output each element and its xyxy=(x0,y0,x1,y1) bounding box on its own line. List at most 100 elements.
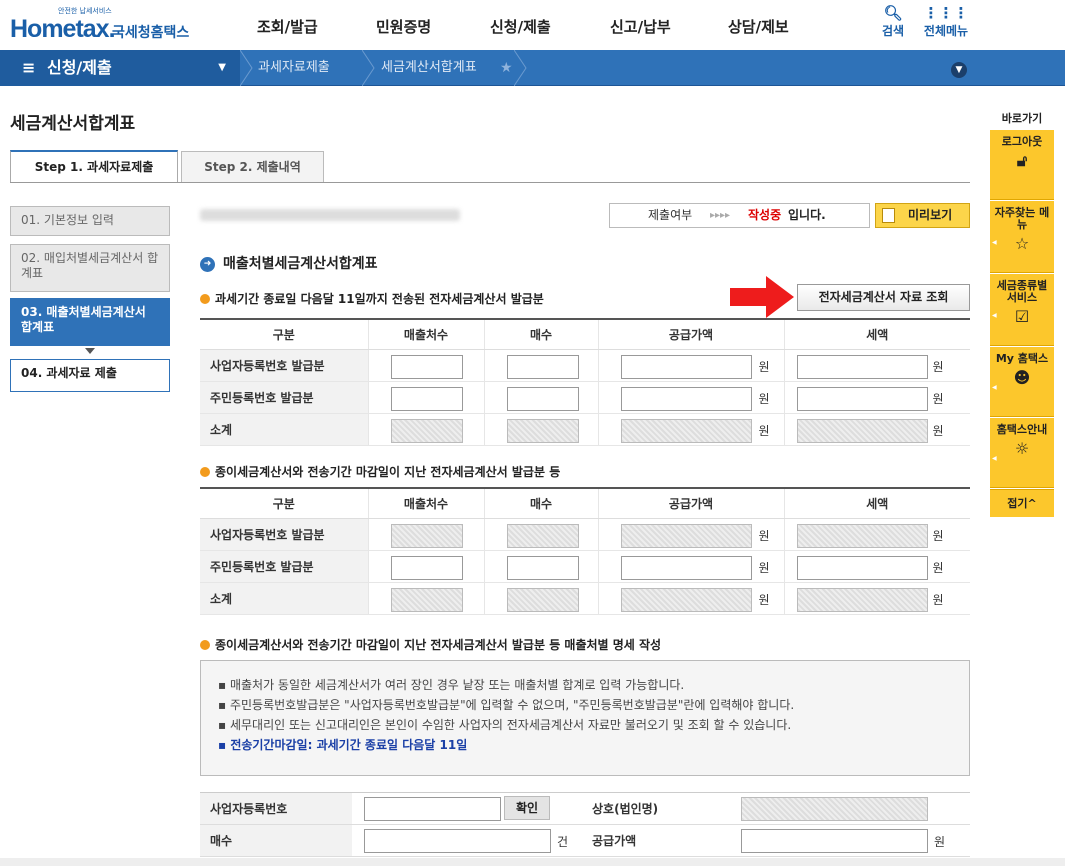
row-label-subtotal: 소계 xyxy=(200,413,368,446)
breadcrumb-item-2[interactable]: 세금계산서합계표 xyxy=(381,50,477,86)
step-basic-info[interactable]: 01. 기본정보 입력 xyxy=(10,206,170,236)
gnav-report[interactable]: 신고/납부 xyxy=(610,16,671,37)
col-category: 구분 xyxy=(200,319,368,350)
step-submit[interactable]: 04. 과세자료 제출 xyxy=(10,359,170,392)
col-customer-count: 매출처수 xyxy=(367,319,484,350)
hometax-logo[interactable]: 안전한 납세서비스 Hometax. 국세청홈택스 xyxy=(10,6,195,44)
preview-button[interactable]: 미리보기 xyxy=(875,203,970,228)
quick-favorites-label: 자주찾는 메뉴 xyxy=(994,206,1050,231)
unit-won: 원 xyxy=(758,359,770,374)
etax-lookup-button[interactable]: 전자세금계산서 자료 조회 xyxy=(797,284,970,311)
quick-tax-services[interactable]: ◀ 세금종류별 서비스 ☑ xyxy=(990,274,1054,346)
confirm-button[interactable]: 확인 xyxy=(504,796,550,820)
status-state: 작성중 xyxy=(748,208,782,222)
customer-count-input[interactable] xyxy=(390,354,463,379)
col-tax: 세액 xyxy=(783,488,970,519)
supply-amount-input[interactable] xyxy=(620,354,752,379)
full-menu-button[interactable]: ⋮⋮⋮ 전체메뉴 xyxy=(920,4,972,39)
subtotal-tax-field xyxy=(796,418,928,443)
quick-tax-services-label: 세금종류별 서비스 xyxy=(996,279,1048,304)
row-label-business: 사업자등록번호 발급분 xyxy=(200,349,368,382)
table-row: 소계 원 원 xyxy=(200,413,970,446)
user-icon: ☻ xyxy=(1013,368,1031,387)
step-purchase-summary[interactable]: 02. 매입처별세금계산서 합계표 xyxy=(10,244,170,292)
quick-my-hometax-label: My 홈택스 xyxy=(995,352,1049,365)
menu-dropdown-label: 신청/제출 xyxy=(46,58,112,77)
tax-input[interactable] xyxy=(796,386,928,411)
status-suffix: 입니다. xyxy=(788,208,826,222)
unit-won: 원 xyxy=(758,592,770,607)
unit-won: 원 xyxy=(932,560,944,575)
full-menu-label: 전체메뉴 xyxy=(923,24,969,38)
unit-won: 원 xyxy=(758,560,770,575)
quick-my-hometax[interactable]: ◀ My 홈택스 ☻ xyxy=(990,347,1054,417)
grid-icon: ⋮⋮⋮ xyxy=(923,4,969,22)
biz-no-input[interactable] xyxy=(364,797,501,821)
notice-deadline: ▪ 전송기간마감일: 과세기간 종료일 다음달 11일 xyxy=(218,738,468,752)
unit-won: 원 xyxy=(932,528,944,543)
row-label-subtotal: 소계 xyxy=(200,582,368,615)
supply-input[interactable] xyxy=(741,829,928,853)
menu-dropdown[interactable]: ≡ 신청/제출 ▼ xyxy=(0,50,240,86)
arrow-circle-icon: ➜ xyxy=(200,256,215,272)
submission-status: 제출여부 ▸▸▸▸ 작성중 입니다. xyxy=(609,203,870,228)
sheets-input[interactable] xyxy=(506,555,579,580)
tab-step1[interactable]: Step 1. 과세자료제출 xyxy=(10,150,178,183)
col-category: 구분 xyxy=(200,488,368,519)
step-sales-summary[interactable]: 03. 매출처별세금계산서 합계표 xyxy=(10,298,170,346)
customer-count-input[interactable] xyxy=(390,555,463,580)
sheets-input[interactable] xyxy=(506,354,579,379)
subtotal-sheets-field xyxy=(506,587,579,612)
red-arrow-icon xyxy=(730,276,794,318)
status-label: 제출여부 xyxy=(648,208,693,222)
left-arrow-icon: ◀ xyxy=(992,454,997,462)
quick-menu-title: 바로가기 xyxy=(1001,112,1043,125)
tab-step2[interactable]: Step 2. 제출내역 xyxy=(181,151,324,183)
table-row: 주민등록번호 발급분 원 원 xyxy=(200,550,970,583)
count-input[interactable] xyxy=(364,829,551,853)
biz-no-label: 사업자등록번호 xyxy=(200,792,352,825)
gnav-apply[interactable]: 신청/제출 xyxy=(490,16,551,37)
quick-guide[interactable]: ◀ 홈택스안내 ☼ xyxy=(990,418,1054,488)
unit-won: 원 xyxy=(758,391,770,406)
left-arrow-icon: ◀ xyxy=(992,383,997,391)
unit-won: 원 xyxy=(932,359,944,374)
search-button[interactable]: 🔍︎ 검색 xyxy=(878,4,908,39)
supply-amount-input[interactable] xyxy=(620,386,752,411)
left-arrow-icon: ◀ xyxy=(992,311,997,319)
search-label: 검색 xyxy=(881,24,905,38)
breadcrumb-item-1[interactable]: 과세자료제출 xyxy=(258,50,330,86)
gnav-inquiry[interactable]: 조회/발급 xyxy=(257,16,318,37)
count-label: 매수 xyxy=(200,824,352,857)
sheets-input[interactable] xyxy=(506,386,579,411)
subtotal-tax-field xyxy=(796,587,928,612)
orange-bullet-icon xyxy=(200,466,210,477)
unit-won: 원 xyxy=(932,391,944,406)
tax-input[interactable] xyxy=(796,354,928,379)
tax-input[interactable] xyxy=(796,555,928,580)
breadcrumb-bar: ≡ 신청/제출 ▼ 과세자료제출 세금계산서합계표 ★ ▼ xyxy=(0,50,1065,86)
favorite-star-icon[interactable]: ★ xyxy=(500,50,513,86)
quick-logout[interactable]: 로그아웃 🔓︎ xyxy=(990,130,1054,200)
gnav-consult[interactable]: 상담/제보 xyxy=(728,16,789,37)
quick-guide-label: 홈택스안내 xyxy=(996,423,1048,436)
quick-collapse-button[interactable]: 접기^ xyxy=(990,489,1054,517)
quick-menu: 바로가기 로그아웃 🔓︎ ◀ 자주찾는 메뉴 ☆ ◀ 세금종류별 서비스 ☑ ◀ My 홈택… xyxy=(990,110,1054,517)
table-header-row: 구분 매출처수 매수 공급가액 세액 xyxy=(200,319,970,350)
notice-box: ▪ 매출처가 동일한 세금계산서가 여러 장인 경우 낱장 또는 매출처별 합계… xyxy=(200,660,970,776)
subtotal-count-field xyxy=(390,418,463,443)
quick-favorites[interactable]: ◀ 자주찾는 메뉴 ☆ xyxy=(990,201,1054,273)
step-arrow-icon xyxy=(85,348,95,354)
left-arrow-icon: ◀ xyxy=(992,238,997,246)
subsection-paper-text: 종이세금계산서와 전송기간 마감일이 지난 전자세금계산서 발급분 등 xyxy=(215,465,561,479)
expand-circle-icon[interactable]: ▼ xyxy=(951,62,967,78)
sheets-field xyxy=(506,523,579,548)
supply-amount-input[interactable] xyxy=(620,555,752,580)
col-tax: 세액 xyxy=(783,319,970,350)
gnav-certificate[interactable]: 민원증명 xyxy=(376,16,431,37)
page-title: 세금계산서합계표 xyxy=(10,114,136,134)
star-icon: ☆ xyxy=(1014,234,1030,253)
customer-count-input[interactable] xyxy=(390,386,463,411)
subsection-paper: 종이세금계산서와 전송기간 마감일이 지난 전자세금계산서 발급분 등 xyxy=(200,463,560,480)
table-row: 소계 원 원 xyxy=(200,582,970,615)
